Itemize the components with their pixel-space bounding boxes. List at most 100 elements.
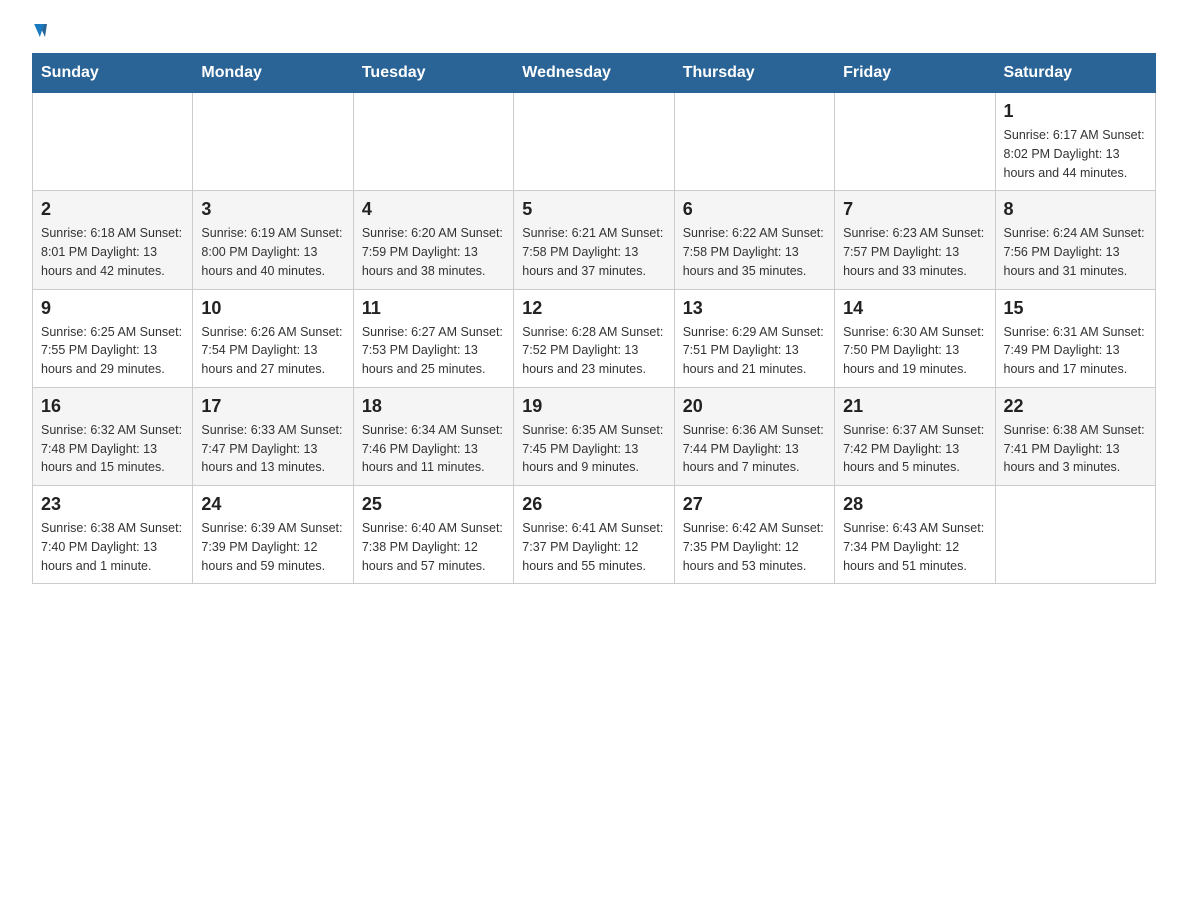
- day-info: Sunrise: 6:21 AM Sunset: 7:58 PM Dayligh…: [522, 224, 665, 280]
- calendar-cell: 23 Sunrise: 6:38 AM Sunset: 7:40 PM Dayli…: [33, 486, 193, 584]
- day-number: 27: [683, 494, 826, 515]
- day-number: 10: [201, 298, 344, 319]
- day-number: 9: [41, 298, 184, 319]
- calendar-cell: 20 Sunrise: 6:36 AM Sunset: 7:44 PM Dayli…: [674, 387, 834, 485]
- calendar-week-row: 16 Sunrise: 6:32 AM Sunset: 7:48 PM Dayli…: [33, 387, 1156, 485]
- day-number: 8: [1004, 199, 1147, 220]
- calendar-cell: [835, 93, 995, 191]
- day-info: Sunrise: 6:38 AM Sunset: 7:41 PM Dayligh…: [1004, 421, 1147, 477]
- day-info: Sunrise: 6:35 AM Sunset: 7:45 PM Dayligh…: [522, 421, 665, 477]
- day-number: 3: [201, 199, 344, 220]
- day-info: Sunrise: 6:37 AM Sunset: 7:42 PM Dayligh…: [843, 421, 986, 477]
- calendar-header-row: SundayMondayTuesdayWednesdayThursdayFrid…: [33, 54, 1156, 93]
- day-info: Sunrise: 6:24 AM Sunset: 7:56 PM Dayligh…: [1004, 224, 1147, 280]
- day-info: Sunrise: 6:39 AM Sunset: 7:39 PM Dayligh…: [201, 519, 344, 575]
- calendar-cell: 5 Sunrise: 6:21 AM Sunset: 7:58 PM Daylig…: [514, 191, 674, 289]
- day-number: 28: [843, 494, 986, 515]
- day-number: 23: [41, 494, 184, 515]
- day-info: Sunrise: 6:20 AM Sunset: 7:59 PM Dayligh…: [362, 224, 505, 280]
- day-number: 21: [843, 396, 986, 417]
- calendar-cell: 21 Sunrise: 6:37 AM Sunset: 7:42 PM Dayli…: [835, 387, 995, 485]
- calendar-cell: 9 Sunrise: 6:25 AM Sunset: 7:55 PM Daylig…: [33, 289, 193, 387]
- day-info: Sunrise: 6:18 AM Sunset: 8:01 PM Dayligh…: [41, 224, 184, 280]
- calendar-cell: [193, 93, 353, 191]
- calendar-cell: [995, 486, 1155, 584]
- day-info: Sunrise: 6:42 AM Sunset: 7:35 PM Dayligh…: [683, 519, 826, 575]
- calendar-cell: 22 Sunrise: 6:38 AM Sunset: 7:41 PM Dayli…: [995, 387, 1155, 485]
- day-info: Sunrise: 6:33 AM Sunset: 7:47 PM Dayligh…: [201, 421, 344, 477]
- day-info: Sunrise: 6:22 AM Sunset: 7:58 PM Dayligh…: [683, 224, 826, 280]
- day-info: Sunrise: 6:17 AM Sunset: 8:02 PM Dayligh…: [1004, 126, 1147, 182]
- calendar-week-row: 9 Sunrise: 6:25 AM Sunset: 7:55 PM Daylig…: [33, 289, 1156, 387]
- calendar-cell: 26 Sunrise: 6:41 AM Sunset: 7:37 PM Dayli…: [514, 486, 674, 584]
- day-number: 22: [1004, 396, 1147, 417]
- day-info: Sunrise: 6:28 AM Sunset: 7:52 PM Dayligh…: [522, 323, 665, 379]
- column-header-thursday: Thursday: [674, 54, 834, 93]
- calendar-cell: 3 Sunrise: 6:19 AM Sunset: 8:00 PM Daylig…: [193, 191, 353, 289]
- day-info: Sunrise: 6:34 AM Sunset: 7:46 PM Dayligh…: [362, 421, 505, 477]
- column-header-sunday: Sunday: [33, 54, 193, 93]
- day-info: Sunrise: 6:38 AM Sunset: 7:40 PM Dayligh…: [41, 519, 184, 575]
- calendar-cell: 1 Sunrise: 6:17 AM Sunset: 8:02 PM Daylig…: [995, 93, 1155, 191]
- calendar-week-row: 23 Sunrise: 6:38 AM Sunset: 7:40 PM Dayli…: [33, 486, 1156, 584]
- column-header-saturday: Saturday: [995, 54, 1155, 93]
- calendar-cell: 25 Sunrise: 6:40 AM Sunset: 7:38 PM Dayli…: [353, 486, 513, 584]
- calendar-week-row: 2 Sunrise: 6:18 AM Sunset: 8:01 PM Daylig…: [33, 191, 1156, 289]
- day-info: Sunrise: 6:26 AM Sunset: 7:54 PM Dayligh…: [201, 323, 344, 379]
- calendar-cell: 28 Sunrise: 6:43 AM Sunset: 7:34 PM Dayli…: [835, 486, 995, 584]
- calendar-cell: 8 Sunrise: 6:24 AM Sunset: 7:56 PM Daylig…: [995, 191, 1155, 289]
- calendar-cell: 10 Sunrise: 6:26 AM Sunset: 7:54 PM Dayli…: [193, 289, 353, 387]
- day-number: 25: [362, 494, 505, 515]
- column-header-wednesday: Wednesday: [514, 54, 674, 93]
- day-info: Sunrise: 6:29 AM Sunset: 7:51 PM Dayligh…: [683, 323, 826, 379]
- day-info: Sunrise: 6:43 AM Sunset: 7:34 PM Dayligh…: [843, 519, 986, 575]
- day-number: 24: [201, 494, 344, 515]
- day-info: Sunrise: 6:30 AM Sunset: 7:50 PM Dayligh…: [843, 323, 986, 379]
- page-header: [32, 24, 1156, 35]
- day-number: 16: [41, 396, 184, 417]
- day-number: 2: [41, 199, 184, 220]
- day-info: Sunrise: 6:23 AM Sunset: 7:57 PM Dayligh…: [843, 224, 986, 280]
- day-number: 15: [1004, 298, 1147, 319]
- day-number: 18: [362, 396, 505, 417]
- day-number: 17: [201, 396, 344, 417]
- day-number: 11: [362, 298, 505, 319]
- calendar-table: SundayMondayTuesdayWednesdayThursdayFrid…: [32, 53, 1156, 584]
- day-info: Sunrise: 6:19 AM Sunset: 8:00 PM Dayligh…: [201, 224, 344, 280]
- calendar-cell: 14 Sunrise: 6:30 AM Sunset: 7:50 PM Dayli…: [835, 289, 995, 387]
- day-number: 14: [843, 298, 986, 319]
- day-number: 12: [522, 298, 665, 319]
- calendar-cell: 16 Sunrise: 6:32 AM Sunset: 7:48 PM Dayli…: [33, 387, 193, 485]
- day-number: 4: [362, 199, 505, 220]
- day-number: 26: [522, 494, 665, 515]
- day-number: 19: [522, 396, 665, 417]
- calendar-cell: 7 Sunrise: 6:23 AM Sunset: 7:57 PM Daylig…: [835, 191, 995, 289]
- calendar-cell: 13Sunrise: 6:29 AM Sunset: 7:51 PM Dayli…: [674, 289, 834, 387]
- calendar-cell: 11 Sunrise: 6:27 AM Sunset: 7:53 PM Dayli…: [353, 289, 513, 387]
- logo: [32, 24, 47, 35]
- day-number: 6: [683, 199, 826, 220]
- day-info: Sunrise: 6:36 AM Sunset: 7:44 PM Dayligh…: [683, 421, 826, 477]
- day-info: Sunrise: 6:31 AM Sunset: 7:49 PM Dayligh…: [1004, 323, 1147, 379]
- day-info: Sunrise: 6:41 AM Sunset: 7:37 PM Dayligh…: [522, 519, 665, 575]
- calendar-cell: 24 Sunrise: 6:39 AM Sunset: 7:39 PM Dayli…: [193, 486, 353, 584]
- calendar-cell: 27 Sunrise: 6:42 AM Sunset: 7:35 PM Dayli…: [674, 486, 834, 584]
- day-info: Sunrise: 6:27 AM Sunset: 7:53 PM Dayligh…: [362, 323, 505, 379]
- calendar-week-row: 1 Sunrise: 6:17 AM Sunset: 8:02 PM Daylig…: [33, 93, 1156, 191]
- day-number: 20: [683, 396, 826, 417]
- calendar-cell: 6 Sunrise: 6:22 AM Sunset: 7:58 PM Daylig…: [674, 191, 834, 289]
- day-number: 1: [1004, 101, 1147, 122]
- calendar-cell: 12 Sunrise: 6:28 AM Sunset: 7:52 PM Dayli…: [514, 289, 674, 387]
- calendar-cell: 4 Sunrise: 6:20 AM Sunset: 7:59 PM Daylig…: [353, 191, 513, 289]
- calendar-cell: [674, 93, 834, 191]
- calendar-cell: 19 Sunrise: 6:35 AM Sunset: 7:45 PM Dayli…: [514, 387, 674, 485]
- day-info: Sunrise: 6:40 AM Sunset: 7:38 PM Dayligh…: [362, 519, 505, 575]
- day-number: 5: [522, 199, 665, 220]
- day-info: Sunrise: 6:32 AM Sunset: 7:48 PM Dayligh…: [41, 421, 184, 477]
- calendar-cell: [33, 93, 193, 191]
- day-number: 7: [843, 199, 986, 220]
- calendar-cell: 18 Sunrise: 6:34 AM Sunset: 7:46 PM Dayli…: [353, 387, 513, 485]
- calendar-cell: 15 Sunrise: 6:31 AM Sunset: 7:49 PM Dayli…: [995, 289, 1155, 387]
- column-header-friday: Friday: [835, 54, 995, 93]
- day-info: Sunrise: 6:25 AM Sunset: 7:55 PM Dayligh…: [41, 323, 184, 379]
